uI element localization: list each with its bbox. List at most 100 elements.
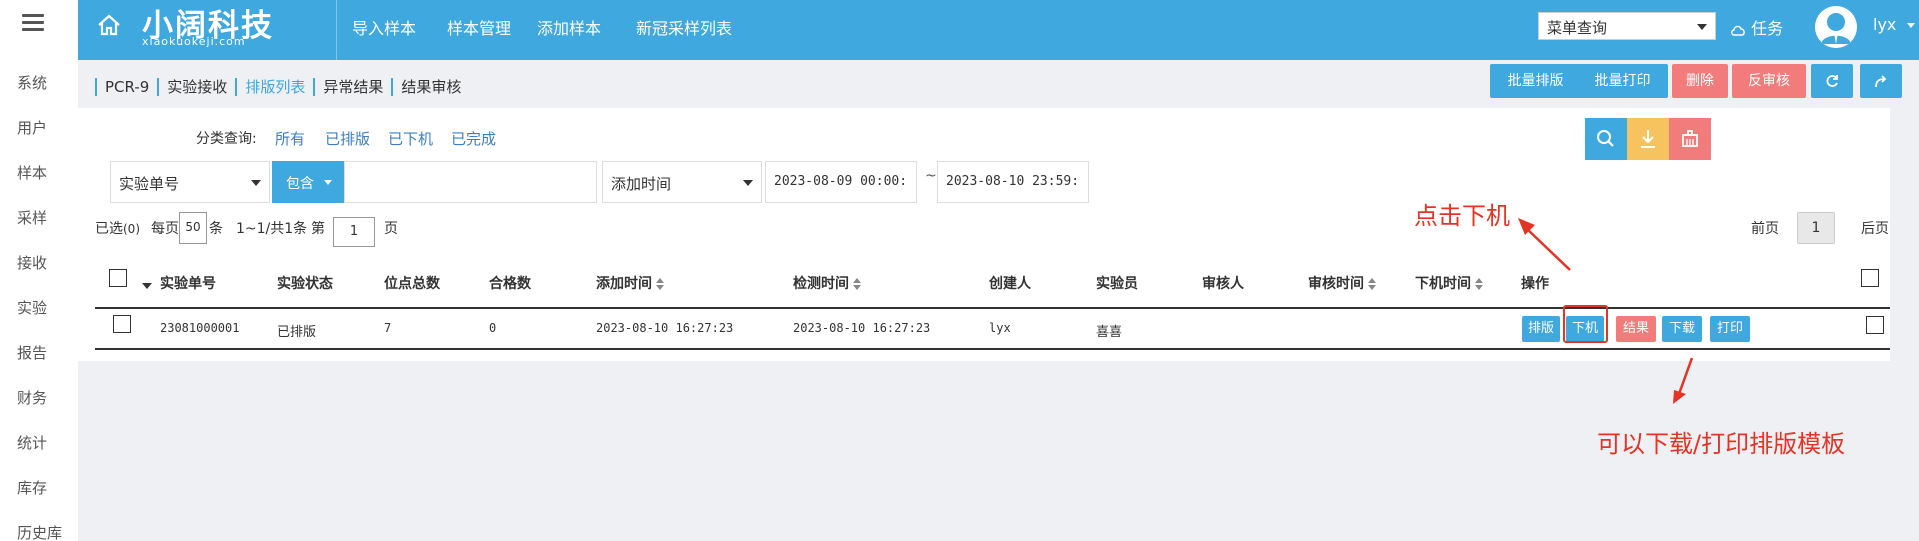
delete-button[interactable]: 删除 [1672,64,1728,98]
operator-button[interactable]: 包含 [272,161,344,203]
sort-caret-icon[interactable] [142,283,152,289]
result-button[interactable]: 结果 [1616,316,1656,342]
clear-button[interactable] [1669,118,1711,160]
selected-label: 已选 [95,221,123,237]
eraser-icon [1682,130,1698,147]
chevron-down-icon [324,180,332,185]
filter-all[interactable]: 所有 [275,128,305,149]
download-icon [1641,130,1655,148]
user-name[interactable]: lyx [1873,15,1896,34]
top-header: 小阔科技 xiaokuokeji.com 导入样本 样本管理 添加样本 新冠采样… [78,0,1919,60]
next-page-link[interactable]: 后页 [1861,218,1889,238]
menu-toggle-icon[interactable] [22,14,44,32]
col-test-time[interactable]: 检测时间 [793,273,861,293]
search-icon [1597,130,1614,147]
col-offline-time[interactable]: 下机时间 [1415,273,1483,293]
export-button[interactable] [1627,118,1669,160]
field-select[interactable]: 实验单号 [110,161,270,203]
sidebar-item-report[interactable]: 报告 [17,342,47,363]
filter-label: 分类查询: [196,131,257,147]
col-review-time-label: 审核时间 [1308,276,1364,292]
print-button[interactable]: 打印 [1710,316,1750,342]
avatar[interactable] [1815,6,1857,48]
date-from-input[interactable]: 2023-08-09 00:00: [765,161,917,203]
col-experiment-id: 实验单号 [160,276,216,292]
cell-added-time: 2023-08-10 16:27:23 [596,321,734,335]
col-added-time[interactable]: 添加时间 [596,273,664,293]
nav-add-sample[interactable]: 添加样本 [537,15,601,39]
sidebar-item-inventory[interactable]: 库存 [17,477,47,498]
current-page-button[interactable]: 1 [1797,212,1835,244]
nav-sample-management[interactable]: 样本管理 [447,15,511,39]
search-button[interactable] [1585,118,1627,160]
highlight-box [1563,305,1608,343]
date-to-input[interactable]: 2023-08-10 23:59: [937,161,1089,203]
per-page-unit: 条 [209,221,223,237]
keyword-input[interactable] [344,161,597,203]
sidebar-item-receive[interactable]: 接收 [17,252,47,273]
sidebar-item-users[interactable]: 用户 [17,117,47,138]
download-button[interactable]: 下载 [1662,316,1702,342]
annotation-download-print: 可以下载/打印排版模板 [1597,430,1846,458]
prev-page-link[interactable]: 前页 [1751,218,1779,238]
return-button[interactable] [1860,64,1902,98]
logo-subtitle: xiaokuokeji.com [142,35,246,48]
tab-result-review[interactable]: 结果审核 [391,78,469,96]
time-field-select[interactable]: 添加时间 [602,161,762,203]
batch-print-button[interactable]: 批量打印 [1577,64,1668,98]
sidebar-item-stats[interactable]: 统计 [17,432,47,453]
annotation-click-offline: 点击下机 [1414,202,1510,230]
selected-count-value: (0) [123,222,140,236]
operator-value: 包含 [286,176,314,192]
sort-icon[interactable] [1368,278,1376,290]
cell-test-time: 2023-08-10 16:27:23 [793,321,931,335]
chevron-down-icon [743,180,753,186]
select-all-checkbox[interactable] [109,269,127,287]
col-review-time[interactable]: 审核时间 [1308,273,1376,293]
layout-button[interactable]: 排版 [1522,316,1560,342]
refresh-icon [1826,75,1838,87]
home-icon[interactable] [96,12,122,38]
sidebar-item-system[interactable]: 系统 [17,72,47,93]
sidebar-item-experiment[interactable]: 实验 [17,297,47,318]
filter-laid-out[interactable]: 已排版 [325,128,370,149]
sort-icon[interactable] [1475,278,1483,290]
tab-pcr9[interactable]: PCR-9 [95,78,157,96]
nav-import-samples[interactable]: 导入样本 [352,15,416,39]
sidebar-item-finance[interactable]: 财务 [17,387,47,408]
nav-covid-sampling-list[interactable]: 新冠采样列表 [636,15,732,39]
page-number-input[interactable]: 1 [333,217,375,247]
select-all-checkbox-right[interactable] [1861,269,1879,287]
row-checkbox-right[interactable] [1866,316,1884,334]
page-suffix: 页 [384,221,398,237]
col-actions: 操作 [1521,276,1549,292]
task-link[interactable]: 任务 [1730,15,1783,39]
page-prefix: 第 [311,221,325,237]
unreview-button[interactable]: 反审核 [1732,64,1806,98]
sidebar-item-history[interactable]: 历史库 [17,522,62,541]
menu-search-select[interactable]: 菜单查询 [1538,12,1716,40]
refresh-button[interactable] [1811,64,1853,98]
time-field-value: 添加时间 [611,175,672,193]
table-header-divider [95,307,1890,309]
chevron-down-icon [251,180,261,186]
sidebar-item-sampling[interactable]: 采样 [17,207,47,228]
filter-offline[interactable]: 已下机 [388,128,433,149]
user-dropdown-icon[interactable] [1907,23,1915,28]
col-qualified: 合格数 [489,276,531,292]
tab-layout-list[interactable]: 排版列表 [235,78,313,96]
col-creator: 创建人 [989,276,1031,292]
tab-abnormal-results[interactable]: 异常结果 [313,78,391,96]
sort-icon[interactable] [656,278,664,290]
row-checkbox[interactable] [113,315,131,333]
table-bottom-divider [95,348,1890,350]
per-page-select[interactable]: 50 [179,212,207,244]
filter-completed[interactable]: 已完成 [451,128,496,149]
nav-divider [336,0,337,60]
sidebar-item-samples[interactable]: 样本 [17,162,47,183]
tab-experiment-receive[interactable]: 实验接收 [157,78,235,96]
batch-layout-button[interactable]: 批量排版 [1490,64,1581,98]
sort-icon[interactable] [853,278,861,290]
col-reviewer: 审核人 [1202,276,1244,292]
cell-experiment-id: 23081000001 [160,321,240,335]
